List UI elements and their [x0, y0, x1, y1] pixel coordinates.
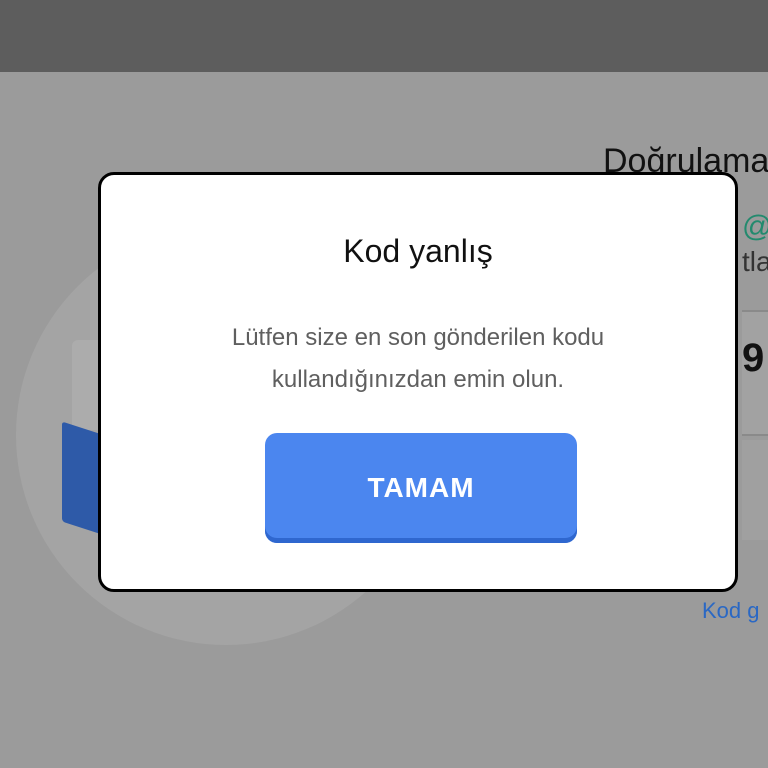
page-subtitle: tla: [742, 246, 768, 277]
top-bar: [0, 0, 768, 72]
email-text: @: [742, 210, 768, 244]
code-digit: 9: [742, 336, 765, 380]
illustration-ribbon: [62, 421, 102, 535]
dialog-message-line-2: kullandığınızdan emin olun.: [271, 366, 565, 393]
error-dialog: Kod yanlış Lütfen size en son gönderilen…: [98, 172, 738, 592]
dialog-message: Lütfen size en son gönderilen kodu kulla…: [161, 317, 675, 401]
dialog-message-line-1: Lütfen size en son gönderilen kodu: [231, 324, 605, 351]
resend-code-link[interactable]: Kod g: [702, 598, 760, 624]
ok-button[interactable]: TAMAM: [265, 433, 577, 543]
dialog-title: Kod yanlış: [343, 233, 493, 269]
hint-area: [742, 440, 768, 540]
